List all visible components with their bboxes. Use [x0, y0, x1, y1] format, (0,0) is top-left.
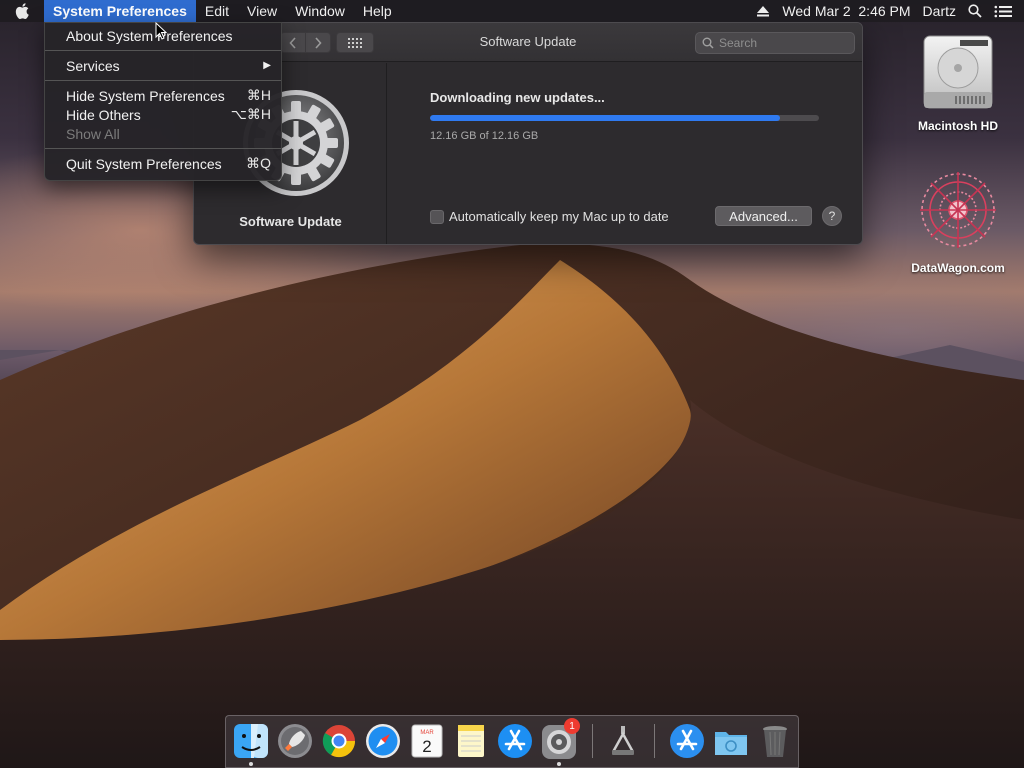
safari-compass-icon: [366, 724, 400, 758]
dock-item-trash[interactable]: [756, 722, 794, 760]
menu-item-shortcut: ⌘Q: [246, 155, 271, 171]
dock-item-app-store[interactable]: [496, 722, 534, 760]
dock-separator: [654, 724, 655, 758]
dock-running-indicator: [249, 762, 253, 766]
help-button[interactable]: ?: [822, 206, 842, 226]
auto-update-row[interactable]: Automatically keep my Mac up to date: [430, 209, 669, 224]
sidebar-title: Software Update: [239, 214, 342, 229]
menu-item-quit[interactable]: Quit System Preferences ⌘Q: [45, 154, 281, 173]
menubar-user[interactable]: Dartz: [923, 3, 956, 19]
spotlight-search-icon[interactable]: [968, 4, 982, 18]
search-field[interactable]: [695, 32, 855, 54]
desktop-icon-label: DataWagon.com: [911, 261, 1005, 275]
dock-item-applications[interactable]: [668, 722, 706, 760]
search-icon: [702, 37, 714, 49]
dock-item-system-preferences[interactable]: 1: [540, 718, 580, 760]
update-content: Downloading new updates... 12.16 GB of 1…: [430, 63, 860, 244]
download-status: Downloading new updates...: [430, 90, 605, 105]
menu-item-label: Hide Others: [66, 106, 141, 123]
menu-item-label: Hide System Preferences: [66, 87, 225, 104]
progress-fill: [430, 115, 781, 121]
archive-utility-icon: [611, 726, 635, 755]
dock-item-notes[interactable]: [452, 722, 490, 760]
software-update-window: Software Update Search Software Update D…: [193, 22, 863, 245]
notification-center-icon[interactable]: [994, 5, 1012, 18]
menu-separator: [45, 80, 281, 81]
finder-icon: [234, 724, 268, 758]
menu-item-label: About System Preferences: [66, 27, 233, 44]
download-size: 12.16 GB of 12.16 GB: [430, 130, 539, 142]
calendar-day: 2: [422, 737, 431, 756]
menu-item-hide-others[interactable]: Hide Others ⌥⌘H: [45, 105, 281, 124]
advanced-button[interactable]: Advanced...: [715, 206, 812, 226]
search-input[interactable]: [719, 36, 849, 50]
chrome-icon: [322, 725, 356, 758]
system-preferences-menu: About System Preferences Services ▶ Hide…: [44, 22, 282, 181]
menu-item-label: Quit System Preferences: [66, 155, 222, 172]
menu-item-services[interactable]: Services ▶: [45, 56, 281, 75]
menu-item-label: Show All: [66, 125, 120, 142]
menu-help[interactable]: Help: [354, 0, 401, 22]
update-badge: 1: [564, 718, 580, 734]
calendar-icon: MAR 2: [411, 724, 443, 758]
eject-icon[interactable]: [756, 5, 770, 17]
launchpad-rocket-icon: [278, 724, 312, 758]
mandala-icon: [920, 172, 996, 248]
dock-item-finder[interactable]: [232, 722, 270, 760]
calendar-month: MAR: [420, 730, 434, 736]
trash-icon: [763, 726, 787, 757]
app-store-icon: [498, 724, 532, 758]
dock-item-calendar[interactable]: MAR 2: [408, 722, 446, 760]
menubar-clock[interactable]: Wed Mar 2 2:46 PM: [782, 3, 910, 19]
submenu-arrow-icon: ▶: [263, 60, 271, 71]
menu-edit[interactable]: Edit: [196, 0, 238, 22]
menu-separator: [45, 148, 281, 149]
dock-item-archive-utility[interactable]: [604, 722, 642, 760]
window-titlebar: Software Update: [194, 23, 862, 62]
auto-update-label[interactable]: Automatically keep my Mac up to date: [449, 209, 669, 224]
menu-item-hide[interactable]: Hide System Preferences ⌘H: [45, 86, 281, 105]
menu-bar: System Preferences Edit View Window Help…: [0, 0, 1024, 22]
auto-update-checkbox[interactable]: [430, 209, 444, 224]
menu-item-shortcut: ⌥⌘H: [230, 106, 271, 122]
hard-drive-icon: [923, 35, 993, 109]
menu-item-show-all: Show All: [45, 124, 281, 143]
menu-system-preferences[interactable]: System Preferences: [44, 0, 196, 22]
mouse-cursor-icon: [155, 22, 167, 40]
dock: MAR 2 1: [225, 715, 799, 768]
dock-running-indicator: [557, 762, 561, 766]
menu-item-shortcut: ⌘H: [246, 87, 271, 103]
dock-item-chrome[interactable]: [320, 722, 358, 760]
apple-menu-icon[interactable]: [0, 0, 44, 22]
dock-item-safari[interactable]: [364, 722, 402, 760]
desktop-icon-datawagon[interactable]: DataWagon.com: [898, 168, 1018, 275]
menu-view[interactable]: View: [238, 0, 286, 22]
dock-item-launchpad[interactable]: [276, 722, 314, 760]
applications-folder-icon: [670, 724, 704, 758]
dock-item-downloads[interactable]: [712, 722, 750, 760]
desktop-icon-label: Macintosh HD: [917, 119, 998, 133]
menu-item-label: Services: [66, 57, 120, 74]
downloads-folder-icon: [715, 732, 747, 755]
menu-window[interactable]: Window: [286, 0, 354, 22]
dock-separator: [592, 724, 593, 758]
download-progress-bar: [430, 115, 819, 121]
menu-separator: [45, 50, 281, 51]
notes-icon: [458, 725, 484, 757]
desktop-icon-macintosh-hd[interactable]: Macintosh HD: [898, 32, 1018, 133]
